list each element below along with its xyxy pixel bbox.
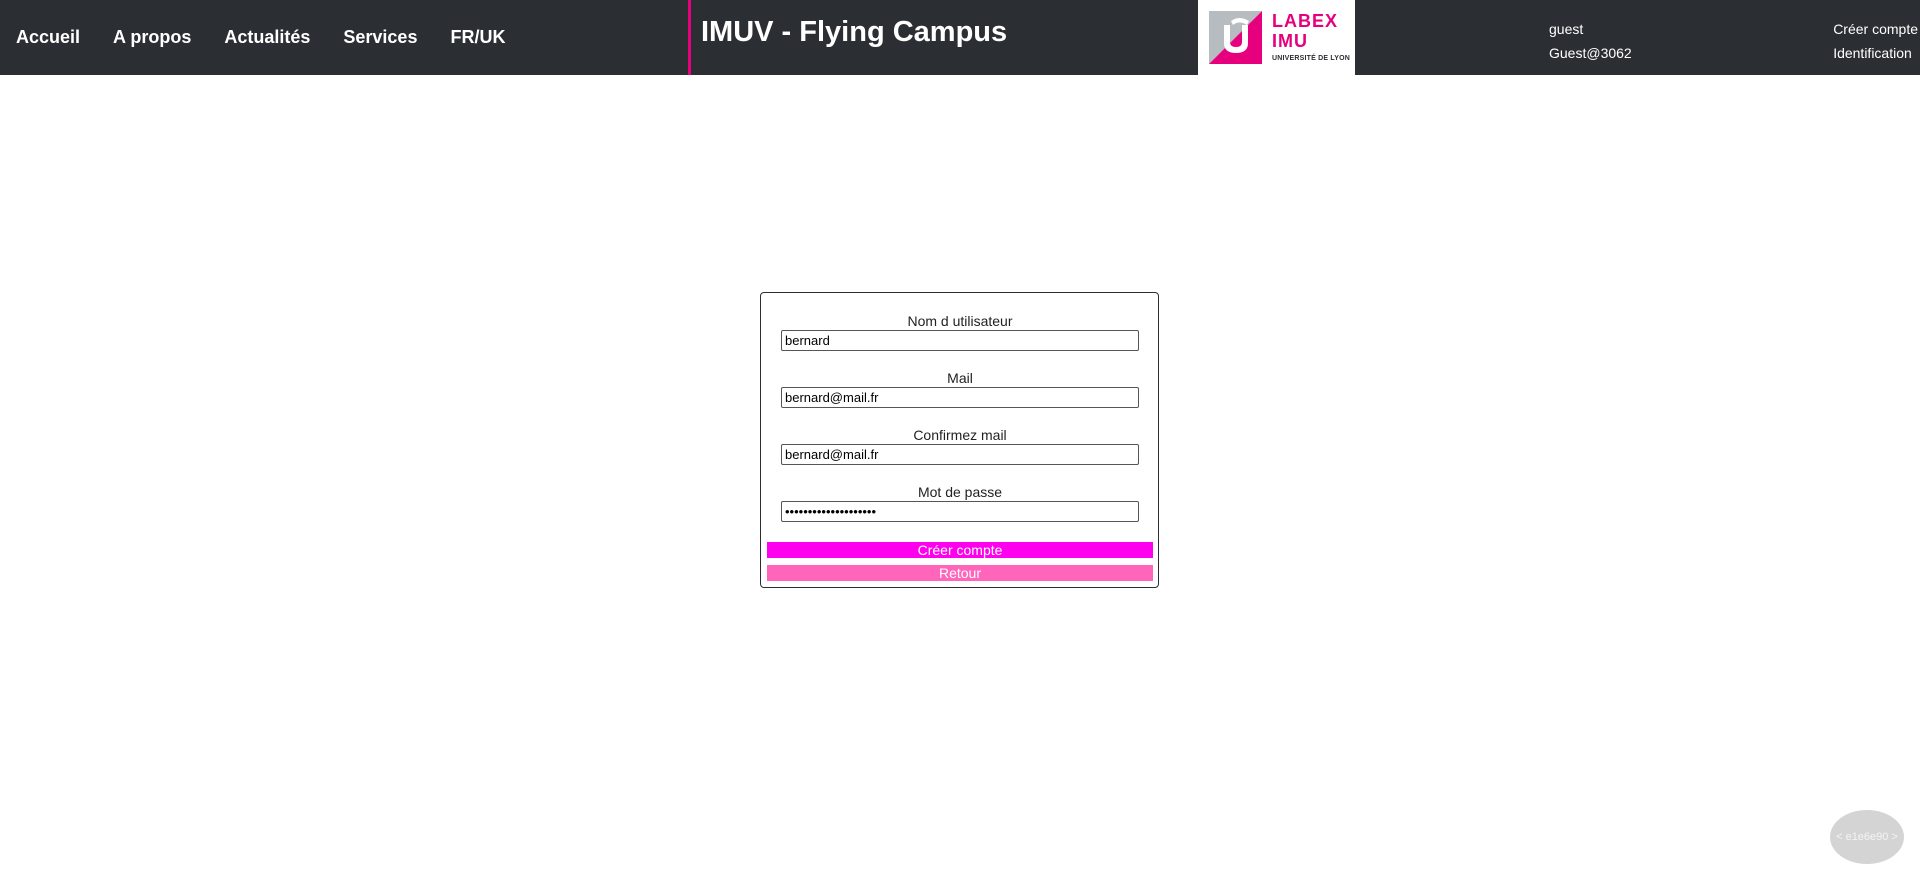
user-info: guest Guest@3062 xyxy=(1549,17,1632,65)
username-field-group: Nom d utilisateur xyxy=(781,313,1139,351)
username-label: Nom d utilisateur xyxy=(907,313,1013,329)
password-input[interactable] xyxy=(781,501,1139,522)
confirm-mail-label: Confirmez mail xyxy=(913,427,1007,443)
account-links: Créer compte Identification xyxy=(1833,17,1918,65)
confirm-mail-field-group: Confirmez mail xyxy=(781,427,1139,465)
labex-imu-logo[interactable]: LABEX IMU UNIVERSITÉ DE LYON xyxy=(1198,0,1355,75)
password-label: Mot de passe xyxy=(917,484,1003,500)
logo-text: LABEX IMU UNIVERSITÉ DE LYON xyxy=(1272,12,1350,62)
mail-label: Mail xyxy=(947,370,973,386)
nav-item-services[interactable]: Services xyxy=(343,27,417,48)
create-account-button[interactable]: Créer compte xyxy=(767,542,1153,558)
nav-item-actualites[interactable]: Actualités xyxy=(224,27,310,48)
labex-logo-icon xyxy=(1209,11,1262,64)
signup-form: Nom d utilisateur Mail Confirmez mail Mo… xyxy=(760,292,1159,588)
mail-input[interactable] xyxy=(781,387,1139,408)
create-account-link[interactable]: Créer compte xyxy=(1833,17,1918,41)
nav-item-a-propos[interactable]: A propos xyxy=(113,27,191,48)
app-title: IMUV - Flying Campus xyxy=(701,16,1008,48)
main-nav: Accueil A propos Actualités Services FR/… xyxy=(16,0,538,75)
nav-item-language[interactable]: FR/UK xyxy=(450,27,505,48)
logo-line-university: UNIVERSITÉ DE LYON xyxy=(1272,55,1351,62)
logo-line-labex: LABEX xyxy=(1272,11,1339,31)
user-id: Guest@3062 xyxy=(1549,45,1632,61)
mail-field-group: Mail xyxy=(781,370,1139,408)
title-divider xyxy=(688,0,691,75)
confirm-mail-input[interactable] xyxy=(781,444,1139,465)
user-name: guest xyxy=(1549,21,1584,37)
back-button[interactable]: Retour xyxy=(767,565,1153,581)
nav-item-accueil[interactable]: Accueil xyxy=(16,27,80,48)
version-badge: < e1e6e90 > xyxy=(1830,810,1904,864)
password-field-group: Mot de passe xyxy=(781,484,1139,522)
login-link[interactable]: Identification xyxy=(1833,41,1918,65)
username-input[interactable] xyxy=(781,330,1139,351)
logo-line-imu: IMU xyxy=(1272,31,1308,51)
top-navigation-bar: Accueil A propos Actualités Services FR/… xyxy=(0,0,1920,75)
